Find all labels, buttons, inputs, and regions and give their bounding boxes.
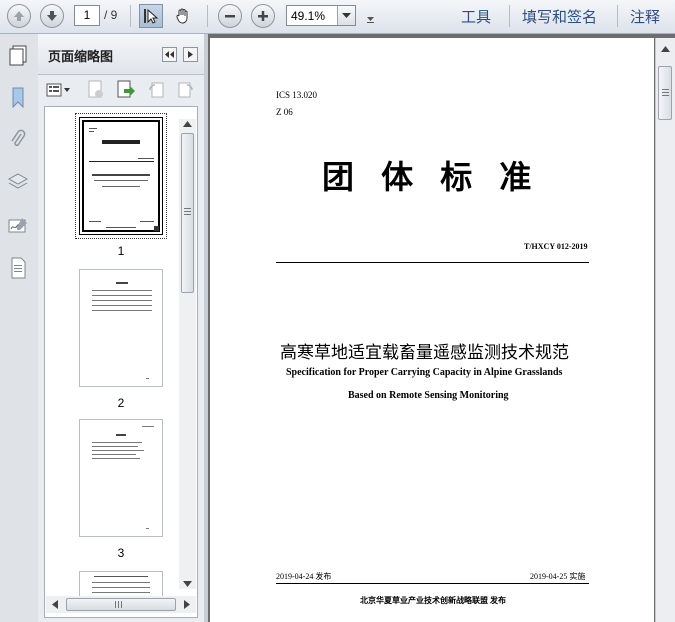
zoom-value: 49.1% xyxy=(291,9,326,23)
extract-pages-button[interactable] xyxy=(116,80,136,100)
rotate-right-button[interactable] xyxy=(176,80,196,100)
signatures-button[interactable] xyxy=(6,214,30,238)
page-thumbnails-button[interactable] xyxy=(6,44,30,68)
toolbar-divider xyxy=(617,5,618,27)
zoom-select[interactable]: 49.1% xyxy=(286,5,356,26)
category-code: Z 06 xyxy=(276,107,293,117)
collapse-panel-button[interactable] xyxy=(162,47,177,62)
down-arrow-icon xyxy=(47,11,57,21)
toolbar-divider xyxy=(509,5,510,27)
thumbnail-tools xyxy=(38,76,204,106)
pages-icon xyxy=(9,45,27,66)
comment-link[interactable]: 注释 xyxy=(630,6,660,27)
page-number-input[interactable]: 1 xyxy=(74,5,100,26)
document-icon xyxy=(11,257,26,279)
title-english-line1: Specification for Proper Carrying Capaci… xyxy=(286,367,563,378)
panel-header: 页面缩略图 xyxy=(38,34,204,75)
panel-title: 页面缩略图 xyxy=(48,50,114,65)
select-cursor-icon xyxy=(144,8,159,24)
layers-icon xyxy=(7,173,29,189)
scroll-left-icon[interactable] xyxy=(52,600,58,609)
scroll-right-icon[interactable] xyxy=(184,600,190,609)
scrollbar-thumb[interactable] xyxy=(181,133,194,293)
scroll-down-icon[interactable] xyxy=(183,581,192,587)
thumbnail-page-number: 3 xyxy=(117,546,125,560)
document-viewer: ICS 13.020 Z 06 团 体 标 准 T/HXCY 012-2019 … xyxy=(208,34,675,622)
thumbnail-page-3[interactable] xyxy=(79,419,163,537)
thumbnail-horizontal-scrollbar[interactable] xyxy=(46,596,196,613)
grip-icon xyxy=(662,89,669,96)
page-preview xyxy=(92,282,152,379)
attachment-icon xyxy=(11,129,26,147)
page-preview xyxy=(92,426,154,529)
delete-page-icon xyxy=(88,80,103,98)
scrollbar-thumb[interactable] xyxy=(66,598,176,611)
zoom-out-icon xyxy=(225,15,235,18)
next-page-button[interactable] xyxy=(40,4,64,28)
scroll-up-icon[interactable] xyxy=(661,46,670,52)
thumbnail-panel: 页面缩略图 1 2 3 xyxy=(38,34,204,622)
toolbar: 1 / 9 49.1% 工具 填写和签名 注释 xyxy=(0,0,675,34)
implement-date: 2019-04-25 实施 xyxy=(530,572,586,581)
title-chinese: 高寒草地适宜载畜量遥感监测技术规范 xyxy=(280,343,569,363)
up-arrow-icon xyxy=(14,11,24,21)
scrollbar-thumb[interactable] xyxy=(658,66,672,120)
navigation-icon-bar xyxy=(0,34,39,622)
thumbnail-options-button[interactable] xyxy=(44,80,72,100)
previous-page-button[interactable] xyxy=(7,4,31,28)
chevron-down-icon xyxy=(367,17,374,23)
page-preview xyxy=(82,120,160,232)
attachments-button[interactable] xyxy=(6,128,30,152)
select-tool-button[interactable] xyxy=(139,4,163,28)
toolbar-divider xyxy=(207,5,208,27)
delete-pages-button[interactable] xyxy=(86,80,106,100)
signature-icon xyxy=(8,218,27,233)
zoom-in-button[interactable] xyxy=(251,4,275,28)
title-english-line2: Based on Remote Sensing Monitoring xyxy=(348,390,509,401)
ics-code: ICS 13.020 xyxy=(276,90,318,100)
zoom-dropdown-button[interactable] xyxy=(337,6,355,25)
chevron-down-icon xyxy=(342,12,351,18)
grip-icon xyxy=(184,208,191,215)
publish-date: 2019-04-24 发布 xyxy=(276,572,332,581)
chevron-right-icon xyxy=(187,51,193,58)
bookmark-icon xyxy=(12,87,24,109)
thumbnail-page-1[interactable] xyxy=(75,113,167,239)
zoom-in-icon xyxy=(258,11,268,21)
thumbnail-page-2[interactable] xyxy=(79,269,163,387)
page-total-label: / 9 xyxy=(104,8,118,22)
extract-page-icon xyxy=(117,80,135,98)
hand-icon xyxy=(176,8,188,24)
rotate-left-button[interactable] xyxy=(146,80,166,100)
grip-icon xyxy=(115,601,122,608)
content-button[interactable] xyxy=(6,256,30,280)
title-rule xyxy=(276,262,589,263)
thumbnail-list[interactable]: 1 2 3 xyxy=(44,106,198,618)
bookmarks-button[interactable] xyxy=(6,86,30,110)
publisher: 北京华夏草业产业技术创新战略联盟 发布 xyxy=(360,596,506,605)
zoom-out-button[interactable] xyxy=(218,4,242,28)
thumbnail-page-number: 1 xyxy=(117,244,125,258)
toolbar-divider xyxy=(130,5,131,27)
document-main-title: 团 体 标 准 xyxy=(322,158,540,196)
tools-link[interactable]: 工具 xyxy=(461,6,491,27)
document-page: ICS 13.020 Z 06 团 体 标 准 T/HXCY 012-2019 … xyxy=(210,38,654,622)
double-chevron-left-icon xyxy=(165,51,174,58)
options-menu-icon xyxy=(46,83,70,97)
hand-tool-button[interactable] xyxy=(171,4,195,28)
thumbnail-page-number: 2 xyxy=(117,396,125,410)
rotate-icon xyxy=(149,82,164,98)
expand-panel-button[interactable] xyxy=(183,47,198,62)
footer-rule xyxy=(276,583,589,584)
document-scrollbar[interactable] xyxy=(655,38,675,622)
layers-button[interactable] xyxy=(6,170,30,194)
more-tools-button[interactable] xyxy=(366,10,375,29)
thumbnail-scrollbar[interactable] xyxy=(179,119,196,589)
standard-number: T/HXCY 012-2019 xyxy=(524,242,588,251)
scroll-up-icon[interactable] xyxy=(183,121,192,127)
rotate-icon xyxy=(178,82,193,98)
fill-sign-link[interactable]: 填写和签名 xyxy=(522,6,597,27)
